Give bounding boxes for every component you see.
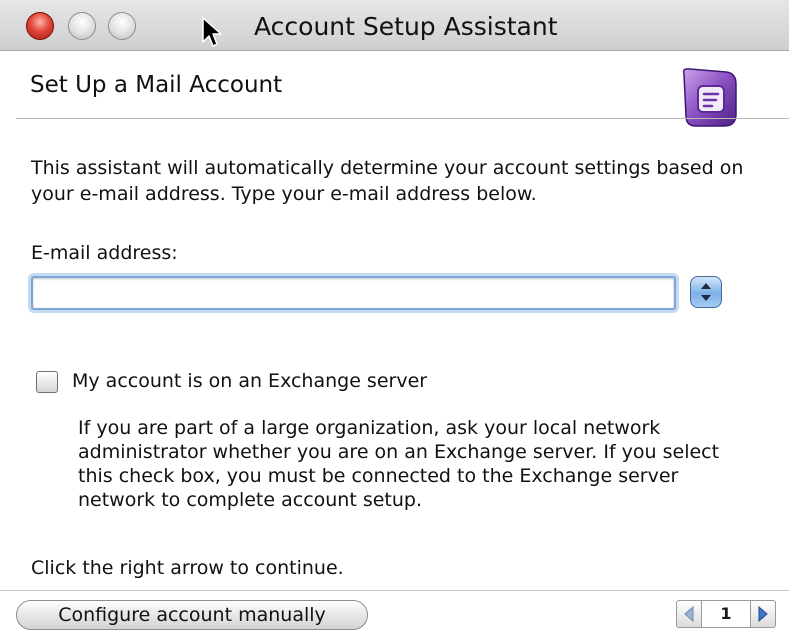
previous-page-button[interactable] <box>676 600 702 628</box>
footer-separator <box>0 590 789 591</box>
page-navigator: 1 <box>676 598 778 630</box>
up-down-arrows-icon <box>701 283 711 301</box>
exchange-note-line: If you are part of a large organization,… <box>78 417 661 439</box>
title-bar: Account Setup Assistant <box>0 0 789 51</box>
page-title: Set Up a Mail Account <box>30 72 283 98</box>
close-window-button[interactable] <box>26 12 54 40</box>
exchange-checkbox-label[interactable]: My account is on an Exchange server <box>72 368 427 394</box>
zoom-window-button[interactable] <box>108 12 136 40</box>
mouse-pointer-icon <box>202 17 222 47</box>
exchange-note-line: this check box, you must be connected to… <box>78 465 679 487</box>
intro-text: This assistant will automatically determ… <box>31 157 744 205</box>
exchange-note: If you are part of a large organization,… <box>78 416 789 512</box>
right-arrow-icon <box>758 605 768 623</box>
email-field[interactable] <box>31 276 676 310</box>
continue-instruction: Click the right arrow to continue. <box>31 557 344 579</box>
outlook-entourage-icon <box>682 68 737 127</box>
exchange-note-line: administrator whether you are on an Exch… <box>78 441 720 463</box>
email-options-button[interactable] <box>690 276 722 308</box>
left-arrow-icon <box>684 605 694 623</box>
configure-manually-button[interactable]: Configure account manually <box>16 600 368 630</box>
window-title: Account Setup Assistant <box>254 12 558 41</box>
exchange-note-line: network to complete account setup. <box>78 489 423 511</box>
minimize-window-button[interactable] <box>68 12 96 40</box>
exchange-checkbox[interactable] <box>36 371 58 393</box>
next-page-button[interactable] <box>750 600 776 628</box>
page-number: 1 <box>702 600 750 628</box>
email-label: E-mail address: <box>31 242 178 264</box>
header-separator <box>16 118 789 119</box>
